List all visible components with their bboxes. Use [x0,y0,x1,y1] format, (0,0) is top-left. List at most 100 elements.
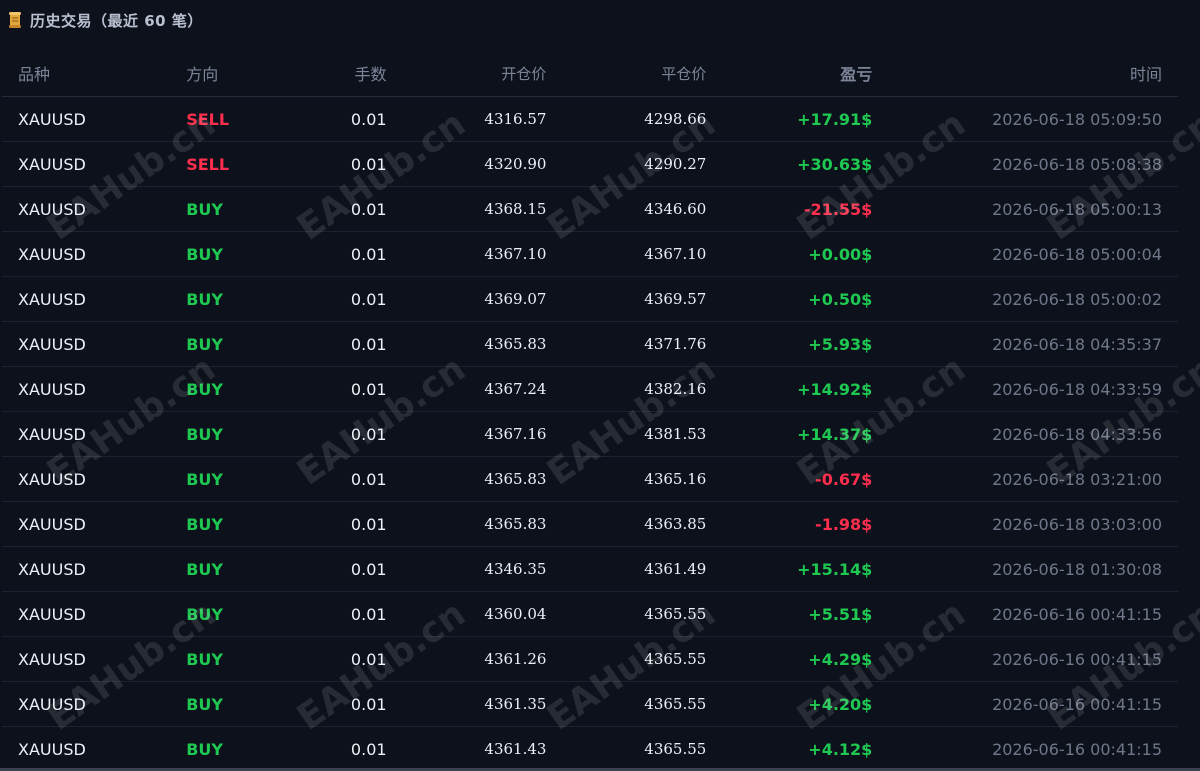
cell-profit: +4.12$ [706,726,873,771]
cell-open-price: 4360.04 [386,591,547,637]
column-header-time[interactable]: 时间 [872,50,1178,97]
cell-profit: +0.50$ [706,276,873,322]
column-header-lots[interactable]: 手数 [275,50,387,97]
cell-time: 2026-06-18 03:03:00 [872,501,1178,547]
cell-direction: BUY [186,456,276,502]
cell-direction: BUY [186,321,276,367]
table-row[interactable]: XAUUSD BUY 0.01 4367.10 4367.10 +0.00$ 2026-06… [2,231,1178,277]
cell-lots: 0.01 [275,231,387,277]
column-header-symbol[interactable]: 品种 [2,50,187,97]
table-row[interactable]: XAUUSD BUY 0.01 4361.35 4365.55 +4.20$ 2026-06… [2,681,1178,727]
cell-direction: BUY [186,501,276,547]
cell-time: 2026-06-18 04:33:59 [872,366,1178,412]
cell-direction: BUY [186,231,276,277]
cell-time: 2026-06-16 00:41:15 [872,726,1178,771]
table-row[interactable]: XAUUSD BUY 0.01 4361.26 4365.55 +4.29$ 2026-06… [2,636,1178,682]
cell-lots: 0.01 [275,186,387,232]
cell-symbol: XAUUSD [2,276,187,322]
cell-time: 2026-06-16 00:41:15 [872,681,1178,727]
cell-profit: +30.63$ [706,141,873,187]
cell-open-price: 4367.10 [386,231,547,277]
panel-header: 历史交易（最近 60 笔） [0,0,1200,40]
table-row[interactable]: XAUUSD BUY 0.01 4367.16 4381.53 +14.37$ 2026-0… [2,411,1178,457]
cell-lots: 0.01 [275,681,387,727]
cell-open-price: 4361.35 [386,681,547,727]
cell-symbol: XAUUSD [2,636,187,682]
table-row[interactable]: XAUUSD BUY 0.01 4369.07 4369.57 +0.50$ 2026-06… [2,276,1178,322]
column-header-direction[interactable]: 方向 [186,50,276,97]
cell-symbol: XAUUSD [2,501,187,547]
cell-symbol: XAUUSD [2,411,187,457]
cell-close-price: 4367.10 [546,231,707,277]
column-header-close-price[interactable]: 平仓价 [546,50,707,97]
cell-lots: 0.01 [275,366,387,412]
cell-symbol: XAUUSD [2,546,187,592]
cell-direction: BUY [186,276,276,322]
column-header-profit[interactable]: 盈亏 [706,50,873,97]
cell-symbol: XAUUSD [2,141,187,187]
table-row[interactable]: XAUUSD BUY 0.01 4367.24 4382.16 +14.92$ 2026-0… [2,366,1178,412]
cell-profit: +14.37$ [706,411,873,457]
cell-time: 2026-06-18 05:00:04 [872,231,1178,277]
cell-direction: BUY [186,546,276,592]
cell-lots: 0.01 [275,276,387,322]
cell-symbol: XAUUSD [2,231,187,277]
table-row[interactable]: XAUUSD BUY 0.01 4360.04 4365.55 +5.51$ 2026-06… [2,591,1178,637]
cell-close-price: 4365.16 [546,456,707,502]
cell-time: 2026-06-16 00:41:15 [872,636,1178,682]
cell-close-price: 4361.49 [546,546,707,592]
cell-lots: 0.01 [275,456,387,502]
cell-time: 2026-06-18 04:35:37 [872,321,1178,367]
cell-profit: -21.55$ [706,186,873,232]
cell-lots: 0.01 [275,501,387,547]
trade-history-table: 品种 方向 手数 开仓价 平仓价 盈亏 时间 XAUUSD SELL 0.01 431… [2,50,1178,771]
cell-lots: 0.01 [275,726,387,771]
table-row[interactable]: XAUUSD SELL 0.01 4320.90 4290.27 +30.63$ 2026-… [2,141,1178,187]
cell-open-price: 4368.15 [386,186,547,232]
cell-close-price: 4371.76 [546,321,707,367]
cell-symbol: XAUUSD [2,186,187,232]
cell-profit: -0.67$ [706,456,873,502]
cell-direction: SELL [186,96,276,142]
table-row[interactable]: XAUUSD SELL 0.01 4316.57 4298.66 +17.91$ 2026-… [2,96,1178,142]
cell-close-price: 4290.27 [546,141,707,187]
cell-direction: BUY [186,636,276,682]
cell-symbol: XAUUSD [2,591,187,637]
cell-profit: +5.93$ [706,321,873,367]
cell-symbol: XAUUSD [2,726,187,771]
cell-open-price: 4367.16 [386,411,547,457]
cell-symbol: XAUUSD [2,456,187,502]
cell-lots: 0.01 [275,321,387,367]
cell-open-price: 4361.43 [386,726,547,771]
panel-title: 历史交易（最近 60 笔） [30,11,203,30]
cell-open-price: 4365.83 [386,456,547,502]
cell-lots: 0.01 [275,411,387,457]
cell-time: 2026-06-18 05:00:02 [872,276,1178,322]
cell-open-price: 4367.24 [386,366,547,412]
cell-time: 2026-06-18 05:09:50 [872,96,1178,142]
cell-direction: BUY [186,726,276,771]
cell-direction: BUY [186,681,276,727]
cell-lots: 0.01 [275,546,387,592]
cell-symbol: XAUUSD [2,366,187,412]
trade-list: XAUUSD SELL 0.01 4316.57 4298.66 +17.91$ 2026-… [2,96,1178,771]
cell-time: 2026-06-16 00:41:15 [872,591,1178,637]
column-header-open-price[interactable]: 开仓价 [386,50,547,97]
table-row[interactable]: XAUUSD BUY 0.01 4346.35 4361.49 +15.14$ 2026-0… [2,546,1178,592]
cell-open-price: 4365.83 [386,501,547,547]
table-row[interactable]: XAUUSD BUY 0.01 4365.83 4371.76 +5.93$ 2026-06… [2,321,1178,367]
table-row[interactable]: XAUUSD BUY 0.01 4361.43 4365.55 +4.12$ 2026-06… [2,726,1178,771]
cell-symbol: XAUUSD [2,96,187,142]
cell-profit: +5.51$ [706,591,873,637]
cell-close-price: 4346.60 [546,186,707,232]
table-row[interactable]: XAUUSD BUY 0.01 4368.15 4346.60 -21.55$ 2026-0… [2,186,1178,232]
cell-profit: +4.20$ [706,681,873,727]
cell-open-price: 4316.57 [386,96,547,142]
cell-direction: BUY [186,366,276,412]
table-row[interactable]: XAUUSD BUY 0.01 4365.83 4363.85 -1.98$ 2026-06… [2,501,1178,547]
cell-profit: +17.91$ [706,96,873,142]
cell-close-price: 4365.55 [546,591,707,637]
cell-open-price: 4346.35 [386,546,547,592]
cell-time: 2026-06-18 05:08:38 [872,141,1178,187]
table-row[interactable]: XAUUSD BUY 0.01 4365.83 4365.16 -0.67$ 2026-06… [2,456,1178,502]
